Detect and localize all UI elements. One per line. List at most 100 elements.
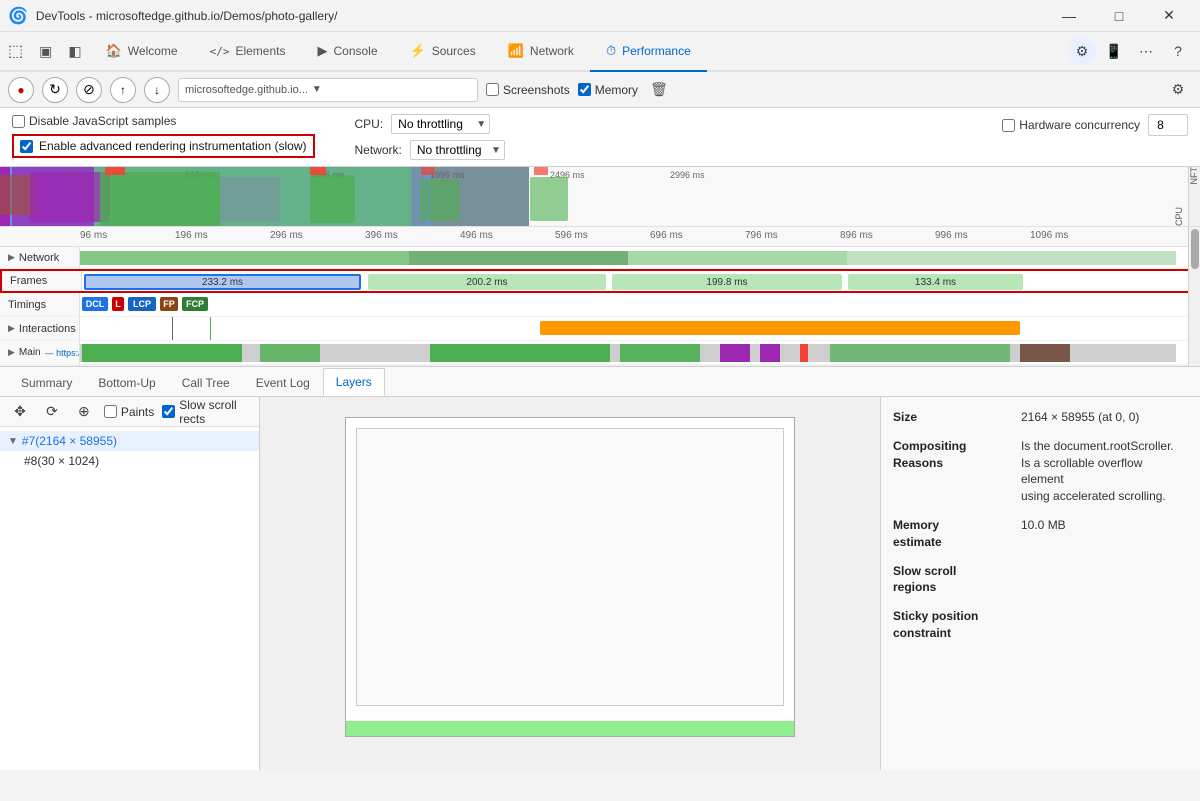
tab-event-log-label: Event Log — [256, 376, 310, 390]
network-expand[interactable]: ▶ — [8, 252, 15, 263]
tab-elements[interactable]: </> Elements — [194, 32, 302, 72]
minimap-blob4 — [220, 177, 280, 222]
dock-icon: ⬚ — [8, 41, 23, 61]
memory-checkbox[interactable] — [578, 83, 591, 96]
network-throttle-select[interactable]: No throttling Fast 3G Slow 3G — [410, 140, 505, 160]
timings-label-text: Timings — [8, 299, 46, 311]
reset-button[interactable]: ⊕ — [72, 398, 96, 426]
tab-bottom-up-label: Bottom-Up — [98, 376, 155, 390]
slow-scroll-info-row: Slow scroll regions — [893, 563, 1188, 597]
layers-toolbar: ✥ ⟳ ⊕ Paints Slow scroll rects — [0, 397, 259, 427]
gpu-label: ▶ GPU — [0, 365, 80, 367]
maximize-button[interactable]: □ — [1096, 0, 1142, 32]
minimize-button[interactable]: — — [1046, 0, 1092, 32]
hardware-value-input[interactable] — [1148, 114, 1188, 136]
download-button[interactable]: ↓ — [144, 77, 170, 103]
paints-checkbox-label[interactable]: Paints — [104, 405, 154, 419]
frames-row: Frames 233.2 ms 200.2 ms 199.8 ms 133.4 … — [0, 269, 1200, 293]
help-button[interactable]: ? — [1164, 37, 1192, 65]
tab-layers-label: Layers — [336, 375, 372, 389]
main-content — [80, 341, 1200, 364]
tab-call-tree[interactable]: Call Tree — [169, 368, 243, 396]
tab-summary[interactable]: Summary — [8, 368, 85, 396]
cpu-throttle-select[interactable]: No throttling 2x slowdown 4x slowdown 6x… — [391, 114, 490, 134]
tab-performance[interactable]: ⏱ Performance — [590, 32, 707, 72]
url-bar: microsoftedge.github.io... ▼ — [178, 78, 478, 102]
main-task2 — [260, 344, 320, 362]
layers-panel: ✥ ⟳ ⊕ Paints Slow scroll rects ▼ #7(2164… — [0, 397, 1200, 770]
tab-call-tree-label: Call Tree — [182, 376, 230, 390]
layer-preview — [345, 417, 795, 737]
pan-button[interactable]: ✥ — [8, 398, 32, 426]
interactions-expand[interactable]: ▶ — [8, 323, 15, 334]
interactions-label: ▶ Interactions — [0, 317, 80, 340]
devtools-toolbar-icon3[interactable]: ◧ — [60, 32, 89, 72]
advanced-rendering-box: Enable advanced rendering instrumentatio… — [12, 134, 315, 158]
hardware-checkbox-label[interactable]: Hardware concurrency — [1002, 118, 1140, 132]
record-button[interactable]: ● — [8, 77, 34, 103]
cpu-label: CPU — [1174, 207, 1188, 226]
tab-console[interactable]: ▶ Console — [301, 32, 393, 72]
settings-button[interactable]: ⚙ — [1068, 37, 1096, 65]
compositing-value: Is the document.rootScroller. Is a scrol… — [1021, 438, 1188, 505]
frames-label: Frames — [2, 271, 82, 291]
tick-796: 796 ms — [745, 230, 778, 241]
tick-996: 996 ms — [935, 230, 968, 241]
frame-2-label: 200.2 ms — [466, 277, 507, 288]
frame-1-highlighted[interactable]: 233.2 ms — [84, 274, 361, 290]
advanced-rendering-checkbox[interactable] — [20, 140, 33, 153]
tab-event-log[interactable]: Event Log — [243, 368, 323, 396]
slow-scroll-checkbox[interactable] — [162, 405, 175, 418]
settings-gear-icon[interactable]: ⚙ — [1164, 76, 1192, 104]
network-settings-row: Network: No throttling Fast 3G Slow 3G ▼ — [355, 140, 963, 160]
tab-welcome[interactable]: 🏠 Welcome — [90, 32, 194, 72]
tab-network[interactable]: 📶 Network — [492, 32, 590, 72]
perf-toolbar: ● ↻ ⊘ ↑ ↓ microsoftedge.github.io... ▼ S… — [0, 72, 1200, 108]
clear-button[interactable]: ⊘ — [76, 77, 102, 103]
compositing-info-row: Compositing Reasons Is the document.root… — [893, 438, 1188, 505]
minimap-blob5 — [310, 175, 355, 223]
devtools-toolbar-icon2[interactable]: ▣ — [31, 32, 60, 72]
frame-3[interactable]: 199.8 ms — [612, 274, 842, 290]
performance-icon: ⏱ — [606, 43, 616, 59]
hardware-row: Hardware concurrency — [1002, 114, 1188, 136]
timeline-scrollbar[interactable] — [1188, 227, 1200, 366]
main-expand[interactable]: ▶ — [8, 347, 15, 358]
refresh-button[interactable]: ↻ — [42, 77, 68, 103]
screenshots-checkbox-label[interactable]: Screenshots — [486, 83, 570, 97]
frame-4[interactable]: 133.4 ms — [848, 274, 1023, 290]
slow-scroll-checkbox-label[interactable]: Slow scroll rects — [162, 398, 251, 426]
upload-button[interactable]: ↑ — [110, 77, 136, 103]
rotate-button[interactable]: ⟳ — [40, 398, 64, 426]
tab-sources[interactable]: ⚡ Sources — [394, 32, 492, 72]
advanced-rendering-text: Enable advanced rendering instrumentatio… — [39, 139, 307, 153]
tab-bottom-up[interactable]: Bottom-Up — [85, 368, 168, 396]
more-button[interactable]: ⋯ — [1132, 37, 1160, 65]
paints-checkbox[interactable] — [104, 405, 117, 418]
frame-2[interactable]: 200.2 ms — [368, 274, 606, 290]
cpu-settings-row: CPU: No throttling 2x slowdown 4x slowdo… — [355, 114, 963, 134]
memory-estimate-label: Memory estimate — [893, 517, 1013, 551]
layer-item-7[interactable]: ▼ #7(2164 × 58955) — [0, 431, 259, 451]
tick-196: 196 ms — [175, 230, 208, 241]
close-button[interactable]: ✕ — [1146, 0, 1192, 32]
timing-fp: FP — [160, 297, 178, 311]
nft-text: NFT — [1189, 167, 1199, 189]
frame-3-label: 199.8 ms — [706, 277, 747, 288]
screenshots-checkbox[interactable] — [486, 83, 499, 96]
minimap-blob6 — [420, 179, 460, 221]
disable-js-samples-label[interactable]: Disable JavaScript samples — [12, 114, 315, 128]
tick-296: 296 ms — [270, 230, 303, 241]
memory-checkbox-label[interactable]: Memory — [578, 83, 638, 97]
delete-button[interactable]: 🗑 — [646, 77, 672, 103]
hardware-checkbox[interactable] — [1002, 119, 1015, 132]
disable-js-samples-checkbox[interactable] — [12, 115, 25, 128]
size-info-row: Size 2164 × 58955 (at 0, 0) — [893, 409, 1188, 426]
devtools-toolbar-icon[interactable]: ⬚ — [0, 32, 31, 72]
slow-scroll-regions-label: Slow scroll regions — [893, 563, 1013, 597]
tab-layers[interactable]: Layers — [323, 368, 385, 396]
device-button[interactable]: 📱 — [1100, 37, 1128, 65]
layer-item-8[interactable]: #8(30 × 1024) — [0, 451, 259, 471]
nft-label: NFT — [1188, 167, 1200, 226]
cpu-throttle-wrap: No throttling 2x slowdown 4x slowdown 6x… — [391, 114, 490, 134]
